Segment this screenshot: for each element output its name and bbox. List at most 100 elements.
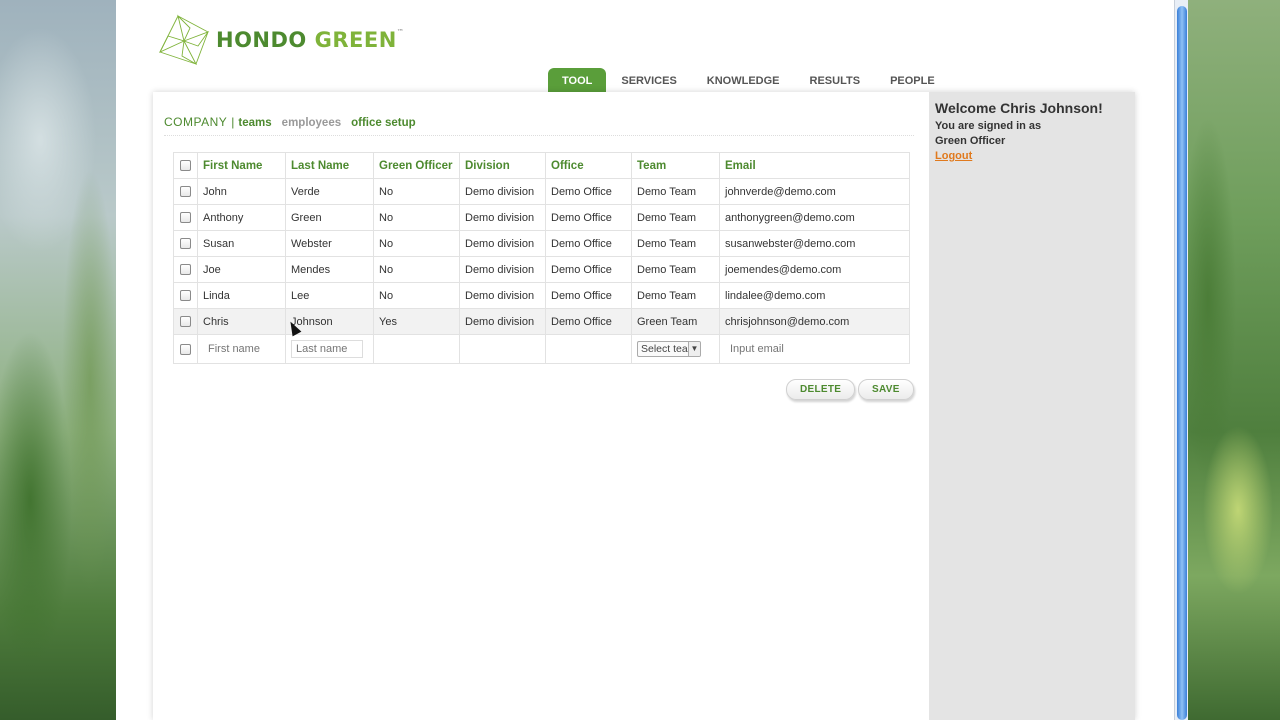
cell-first-name[interactable]: Joe	[197, 256, 286, 283]
new-division-cell	[459, 334, 546, 364]
cell-office[interactable]: Demo Office	[545, 308, 632, 335]
column-header[interactable]: Division	[459, 152, 546, 179]
tab-results[interactable]: RESULTS	[795, 68, 876, 92]
email-input[interactable]	[725, 340, 875, 358]
new-employee-row: Select team ▼	[173, 334, 910, 364]
scrollbar-thumb[interactable]	[1177, 6, 1187, 720]
first-name-input[interactable]	[203, 340, 275, 358]
cell-last-name[interactable]: Mendes	[285, 256, 374, 283]
cell-division[interactable]: Demo division	[459, 282, 546, 309]
cell-division[interactable]: Demo division	[459, 308, 546, 335]
cell-last-name[interactable]: Lee	[285, 282, 374, 309]
cell-email[interactable]: chrisjohnson@demo.com	[719, 308, 910, 335]
column-header[interactable]: Office	[545, 152, 632, 179]
table-row[interactable]: John Verde No Demo division Demo Office …	[173, 178, 910, 205]
save-button[interactable]: SAVE	[858, 379, 914, 400]
cell-green-officer[interactable]: No	[373, 204, 460, 231]
cell-office[interactable]: Demo Office	[545, 178, 632, 205]
cell-division[interactable]: Demo division	[459, 230, 546, 257]
cell-division[interactable]: Demo division	[459, 178, 546, 205]
dropdown-arrow-icon: ▼	[688, 342, 700, 356]
row-select-cell	[173, 334, 198, 364]
team-select[interactable]: Select team ▼	[637, 341, 701, 357]
cell-first-name[interactable]: Chris	[197, 308, 286, 335]
cell-division[interactable]: Demo division	[459, 256, 546, 283]
new-green-officer-cell	[373, 334, 460, 364]
logo-wordmark: HONDO GREEN™	[216, 28, 405, 52]
select-all-checkbox[interactable]	[180, 159, 191, 171]
cell-green-officer[interactable]: Yes	[373, 308, 460, 335]
desktop-background-right	[1188, 0, 1280, 720]
cell-first-name[interactable]: Linda	[197, 282, 286, 309]
row-checkbox[interactable]	[180, 212, 191, 224]
tab-people[interactable]: PEOPLE	[875, 68, 950, 92]
row-checkbox[interactable]	[180, 186, 191, 198]
row-select-cell	[173, 204, 198, 231]
column-header[interactable]: First Name	[197, 152, 286, 179]
cell-last-name[interactable]: Verde	[285, 178, 374, 205]
row-select-cell	[173, 230, 198, 257]
cell-team[interactable]: Demo Team	[631, 230, 720, 257]
new-office-cell	[545, 334, 632, 364]
new-team-cell: Select team ▼	[631, 334, 720, 364]
cell-email[interactable]: lindalee@demo.com	[719, 282, 910, 309]
cell-first-name[interactable]: John	[197, 178, 286, 205]
cell-green-officer[interactable]: No	[373, 178, 460, 205]
subnav-link-teams[interactable]: teams	[238, 117, 271, 129]
employees-table: First Name Last Name Green Officer Divis…	[173, 152, 910, 364]
cell-green-officer[interactable]: No	[373, 230, 460, 257]
cell-team[interactable]: Demo Team	[631, 256, 720, 283]
table-row[interactable]: Anthony Green No Demo division Demo Offi…	[173, 204, 910, 231]
column-header[interactable]: Team	[631, 152, 720, 179]
cell-office[interactable]: Demo Office	[545, 204, 632, 231]
subnav-link-office-setup[interactable]: office setup	[351, 117, 416, 129]
column-header[interactable]: Last Name	[285, 152, 374, 179]
signed-in-text: You are signed in as	[935, 120, 1042, 132]
tab-services[interactable]: SERVICES	[606, 68, 691, 92]
cell-division[interactable]: Demo division	[459, 204, 546, 231]
cell-last-name[interactable]: Webster	[285, 230, 374, 257]
row-checkbox[interactable]	[180, 264, 191, 276]
table-row[interactable]: Linda Lee No Demo division Demo Office D…	[173, 282, 910, 309]
column-header[interactable]: Green Officer	[373, 152, 460, 179]
cell-last-name[interactable]: Green	[285, 204, 374, 231]
cell-green-officer[interactable]: No	[373, 282, 460, 309]
row-select-cell	[173, 308, 198, 335]
divider	[164, 135, 914, 136]
team-select-value: Select team	[641, 343, 688, 355]
subnav-link-employees[interactable]: employees	[282, 117, 341, 129]
row-checkbox[interactable]	[180, 290, 191, 302]
cell-office[interactable]: Demo Office	[545, 230, 632, 257]
delete-button[interactable]: DELETE	[786, 379, 856, 400]
tab-knowledge[interactable]: KNOWLEDGE	[692, 68, 795, 92]
cell-email[interactable]: johnverde@demo.com	[719, 178, 910, 205]
logout-link[interactable]: Logout	[935, 149, 1129, 164]
cell-team[interactable]: Green Team	[631, 308, 720, 335]
scrollbar[interactable]	[1174, 0, 1188, 720]
cell-first-name[interactable]: Anthony	[197, 204, 286, 231]
column-header[interactable]: Email	[719, 152, 910, 179]
cell-team[interactable]: Demo Team	[631, 282, 720, 309]
table-row[interactable]: Joe Mendes No Demo division Demo Office …	[173, 256, 910, 283]
tab-tool[interactable]: TOOL	[548, 68, 607, 92]
welcome-message: Welcome Chris Johnson!	[935, 100, 1103, 116]
row-checkbox[interactable]	[180, 343, 191, 355]
desktop-background-left	[0, 0, 116, 720]
row-checkbox[interactable]	[180, 238, 191, 250]
table-row[interactable]: Susan Webster No Demo division Demo Offi…	[173, 230, 910, 257]
cell-green-officer[interactable]: No	[373, 256, 460, 283]
cell-email[interactable]: anthonygreen@demo.com	[719, 204, 910, 231]
cell-first-name[interactable]: Susan	[197, 230, 286, 257]
select-all-cell	[173, 152, 198, 179]
row-checkbox[interactable]	[180, 316, 191, 328]
cell-team[interactable]: Demo Team	[631, 204, 720, 231]
last-name-input[interactable]	[291, 340, 363, 358]
logo[interactable]: HONDO GREEN™	[156, 14, 404, 68]
cell-office[interactable]: Demo Office	[545, 256, 632, 283]
cell-email[interactable]: susanwebster@demo.com	[719, 230, 910, 257]
cell-team[interactable]: Demo Team	[631, 178, 720, 205]
cell-office[interactable]: Demo Office	[545, 282, 632, 309]
table-header-row: First Name Last Name Green Officer Divis…	[173, 152, 910, 179]
table-row[interactable]: Chris Johnson Yes Demo division Demo Off…	[173, 308, 910, 335]
cell-email[interactable]: joemendes@demo.com	[719, 256, 910, 283]
